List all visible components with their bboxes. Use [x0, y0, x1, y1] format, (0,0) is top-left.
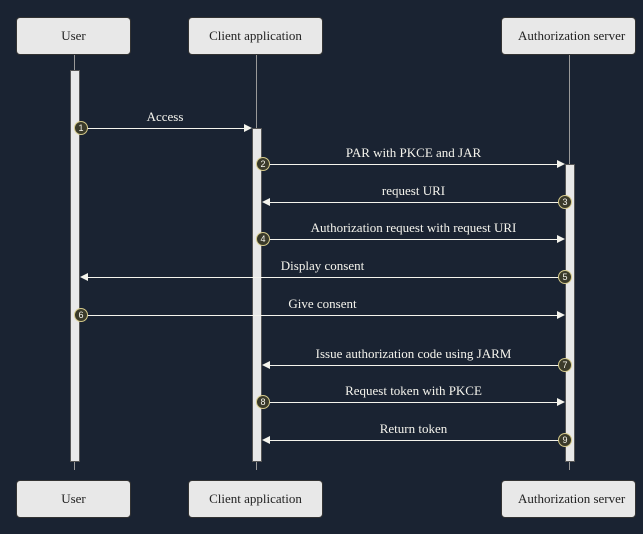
seq-badge-3: 3: [558, 195, 572, 209]
seq-badge-2: 2: [256, 157, 270, 171]
message-label-9: Return token: [262, 421, 565, 437]
arrow-left-icon: [80, 273, 88, 281]
participant-client-top: Client application: [188, 17, 323, 55]
message-label-3: request URI: [262, 183, 565, 199]
message-label-4: Authorization request with request URI: [262, 220, 565, 236]
message-line-4: [262, 239, 557, 240]
message-line-1: [80, 128, 244, 129]
participant-user-top: User: [16, 17, 131, 55]
message-label-8: Request token with PKCE: [262, 383, 565, 399]
message-line-8: [262, 402, 557, 403]
arrow-left-icon: [262, 198, 270, 206]
seq-badge-1: 1: [74, 121, 88, 135]
message-line-2: [262, 164, 557, 165]
participant-server-bottom: Authorization server: [501, 480, 636, 518]
participant-label: Client application: [209, 28, 302, 43]
seq-badge-7: 7: [558, 358, 572, 372]
message-line-9: [270, 440, 565, 441]
arrow-right-icon: [557, 235, 565, 243]
message-line-3: [270, 202, 565, 203]
arrow-right-icon: [244, 124, 252, 132]
participant-user-bottom: User: [16, 480, 131, 518]
arrow-left-icon: [262, 361, 270, 369]
message-label-5: Display consent: [80, 258, 565, 274]
arrow-right-icon: [557, 311, 565, 319]
seq-badge-5: 5: [558, 270, 572, 284]
participant-client-bottom: Client application: [188, 480, 323, 518]
message-label-7: Issue authorization code using JARM: [262, 346, 565, 362]
message-line-6: [80, 315, 557, 316]
participant-label: Client application: [209, 491, 302, 506]
participant-server-top: Authorization server: [501, 17, 636, 55]
seq-badge-9: 9: [558, 433, 572, 447]
seq-badge-8: 8: [256, 395, 270, 409]
seq-badge-6: 6: [74, 308, 88, 322]
arrow-right-icon: [557, 160, 565, 168]
message-label-1: Access: [80, 109, 250, 125]
seq-badge-4: 4: [256, 232, 270, 246]
arrow-left-icon: [262, 436, 270, 444]
participant-label: Authorization server: [518, 28, 625, 43]
message-label-2: PAR with PKCE and JAR: [262, 145, 565, 161]
message-label-6: Give consent: [80, 296, 565, 312]
arrow-right-icon: [557, 398, 565, 406]
message-line-5: [88, 277, 565, 278]
participant-label: User: [61, 491, 86, 506]
participant-label: User: [61, 28, 86, 43]
participant-label: Authorization server: [518, 491, 625, 506]
activation-client: [252, 128, 262, 462]
message-line-7: [270, 365, 565, 366]
